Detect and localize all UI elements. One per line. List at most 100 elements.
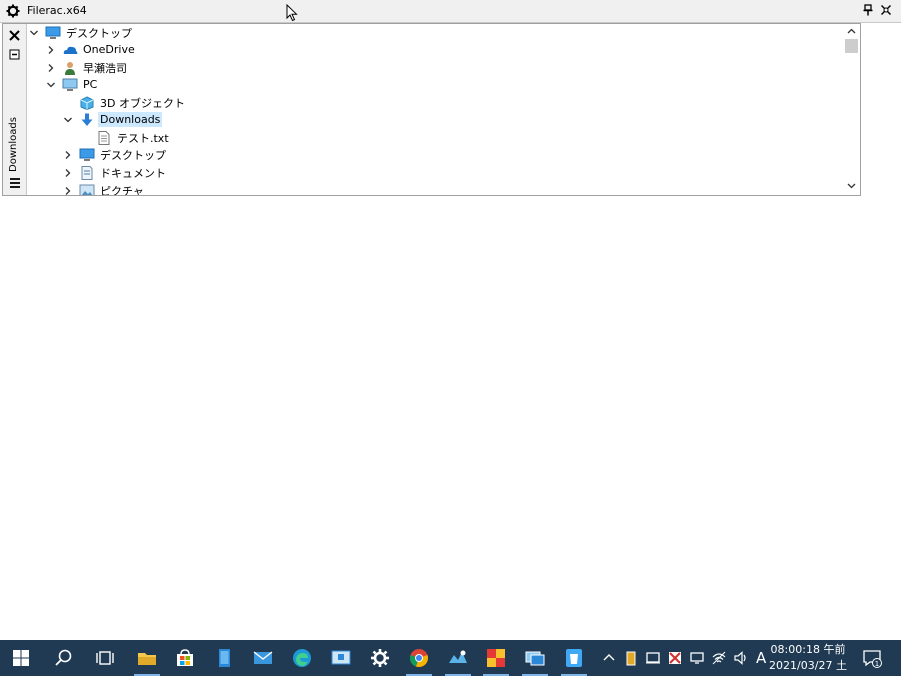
remote-icon [331, 650, 351, 665]
store-button[interactable] [166, 640, 204, 676]
downloads-icon [81, 113, 93, 126]
tree-item-label: Downloads [98, 112, 163, 127]
scrollbar-thumb[interactable] [845, 39, 858, 53]
tree-item-3d-objects[interactable]: 3D オブジェクト [63, 94, 187, 111]
wifi-icon[interactable] [711, 650, 727, 666]
collapse-icon[interactable] [9, 49, 20, 60]
onedrive-icon [63, 46, 78, 54]
scroll-up-icon[interactable] [847, 28, 856, 34]
notepad-icon [219, 649, 230, 667]
puzzle-app-icon [487, 649, 505, 667]
edge-icon [293, 649, 311, 667]
tree-item-pc[interactable]: PC [46, 76, 99, 93]
tree-item-label: デスクトップ [66, 26, 132, 40]
battery-icon[interactable] [623, 650, 639, 666]
chevron-right-icon[interactable] [63, 186, 73, 196]
chevron-right-icon[interactable] [46, 45, 56, 55]
folder-tree: デスクトップ OneDrive 早瀬浩司 PC 3D オブジェクト Downlo… [27, 24, 843, 195]
settings-button[interactable] [361, 640, 399, 676]
chevron-right-icon[interactable] [63, 168, 73, 178]
tree-item-label: 3D オブジェクト [100, 96, 185, 110]
hamburger-icon[interactable] [9, 177, 21, 189]
tree-item-label: ピクチャ [100, 184, 144, 196]
chevron-down-icon[interactable] [29, 28, 39, 38]
app-icon [449, 650, 467, 663]
search-button[interactable] [44, 640, 82, 676]
desktop-icon [79, 148, 95, 161]
tree-item-desktop[interactable]: デスクトップ [63, 146, 168, 163]
notification-count: 1 [875, 660, 879, 668]
clock-date: 2021/03/27 土 [769, 659, 847, 672]
recycle-app-button[interactable] [555, 640, 593, 676]
monitor-icon[interactable] [689, 650, 705, 666]
volume-icon[interactable] [733, 650, 749, 666]
text-file-icon [98, 130, 110, 145]
taskbar: A 08:00:18 午前 2021/03/27 土 1 [0, 640, 901, 676]
chrome-icon [409, 649, 429, 668]
gear-icon[interactable] [6, 4, 20, 18]
clock-time: 08:00:18 午前 [770, 643, 846, 656]
mail-icon [253, 651, 273, 664]
chevron-right-icon[interactable] [63, 150, 73, 160]
mail-button[interactable] [244, 640, 282, 676]
windows-start-button[interactable] [2, 640, 40, 676]
system-clock[interactable]: 08:00:18 午前 2021/03/27 土 [766, 642, 850, 674]
tree-item-pictures[interactable]: ピクチャ [63, 182, 146, 195]
3d-objects-icon [80, 95, 94, 110]
ime-indicator[interactable]: A [756, 649, 766, 667]
remote-app-button[interactable] [322, 640, 360, 676]
scroll-down-icon[interactable] [847, 183, 856, 189]
chevron-down-icon[interactable] [63, 115, 73, 125]
blocked-app-icon[interactable] [667, 650, 683, 666]
side-strip: Downloads [3, 24, 27, 195]
tree-item-user[interactable]: 早瀬浩司 [46, 59, 129, 76]
tree-item-label: テスト.txt [117, 131, 169, 145]
notepad-button[interactable] [205, 640, 243, 676]
device-icon[interactable] [645, 650, 661, 666]
edge-button[interactable] [283, 640, 321, 676]
pin-icon[interactable] [862, 4, 874, 16]
settings-icon [371, 649, 389, 667]
title-bar: Filerac.x64 [0, 0, 901, 23]
close-icon[interactable] [9, 30, 20, 41]
search-icon [55, 649, 72, 666]
tree-item-documents[interactable]: ドキュメント [63, 164, 168, 181]
tree-item-downloads[interactable]: Downloads [63, 111, 163, 128]
tree-item-label: デスクトップ [100, 148, 166, 162]
mouse-cursor-icon [286, 4, 298, 22]
tree-item-label: 早瀬浩司 [83, 61, 127, 75]
pictures-icon [79, 184, 95, 195]
tree-item-label: ドキュメント [100, 166, 166, 180]
chrome-button[interactable] [400, 640, 438, 676]
chevron-up-icon[interactable] [601, 650, 617, 666]
chevron-right-icon[interactable] [46, 63, 56, 73]
documents-icon [81, 165, 93, 180]
app-button[interactable] [439, 640, 477, 676]
notification-icon[interactable]: 1 [862, 648, 882, 668]
panel-vertical-label: Downloads [8, 117, 19, 172]
folder-tree-panel: Downloads デスクトップ OneDrive 早瀬浩司 PC 3D オブジ… [2, 23, 861, 196]
file-explorer-icon [138, 653, 156, 665]
windows-start-icon [13, 650, 29, 666]
desktop-icon [45, 26, 61, 39]
tree-item-test-txt[interactable]: テスト.txt [80, 129, 171, 146]
task-view-icon [96, 651, 114, 665]
user-icon [65, 61, 75, 75]
close-icon[interactable] [880, 4, 892, 16]
store-icon [177, 649, 193, 666]
chevron-down-icon[interactable] [46, 80, 56, 90]
tree-item-desktop-root[interactable]: デスクトップ [29, 24, 134, 41]
puzzle-app-button[interactable] [477, 640, 515, 676]
tree-item-onedrive[interactable]: OneDrive [46, 41, 137, 58]
system-tray: A [598, 640, 772, 676]
tree-item-label: PC [83, 78, 98, 91]
tree-item-label: OneDrive [83, 43, 135, 56]
pc-icon [62, 78, 78, 91]
vertical-scrollbar[interactable] [843, 24, 860, 195]
network-app-button[interactable] [516, 640, 554, 676]
task-view-button[interactable] [86, 640, 124, 676]
window-title: Filerac.x64 [27, 4, 87, 17]
recycle-app-icon [566, 649, 582, 667]
network-app-icon [525, 651, 545, 666]
file-explorer-button[interactable] [128, 640, 166, 676]
